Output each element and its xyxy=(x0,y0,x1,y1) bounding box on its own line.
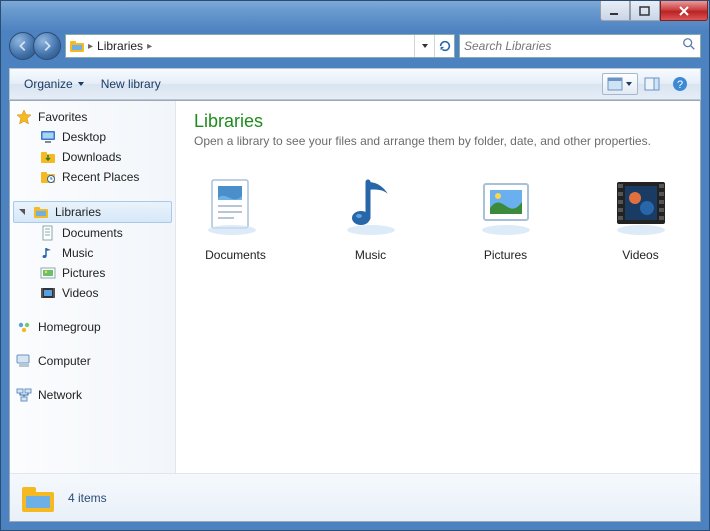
breadcrumb[interactable]: ▸ Libraries ▸ xyxy=(88,39,414,53)
address-dropdown[interactable] xyxy=(414,35,434,57)
split: Favorites Desktop Downloads Recent Place… xyxy=(10,101,700,473)
view-button[interactable] xyxy=(602,73,638,95)
titlebar xyxy=(1,1,709,30)
nav-label: Videos xyxy=(62,286,98,300)
computer-icon xyxy=(16,353,32,369)
help-button[interactable]: ? xyxy=(666,73,694,95)
homegroup-icon xyxy=(16,319,32,335)
address-bar[interactable]: ▸ Libraries ▸ xyxy=(65,34,455,58)
chevron-down-icon xyxy=(625,80,633,88)
music-icon xyxy=(335,170,407,242)
libraries-icon xyxy=(20,480,56,516)
minimize-button[interactable] xyxy=(600,1,630,21)
nav-documents[interactable]: Documents xyxy=(10,223,175,243)
status-text: 4 items xyxy=(68,491,107,505)
item-label: Pictures xyxy=(464,248,547,262)
explorer-window: ▸ Libraries ▸ Organize New library xyxy=(0,0,710,531)
downloads-icon xyxy=(40,149,56,165)
recent-icon xyxy=(40,169,56,185)
nav-label: Music xyxy=(62,246,93,260)
item-label: Videos xyxy=(599,248,682,262)
nav-homegroup[interactable]: Homegroup xyxy=(10,317,175,337)
item-label: Documents xyxy=(194,248,277,262)
library-item-music[interactable]: Music xyxy=(329,170,412,262)
nav-label: Computer xyxy=(38,354,91,368)
nav-videos[interactable]: Videos xyxy=(10,283,175,303)
library-item-documents[interactable]: Documents xyxy=(194,170,277,262)
videos-icon xyxy=(605,170,677,242)
organize-button[interactable]: Organize xyxy=(16,73,93,95)
nav-recent[interactable]: Recent Places xyxy=(10,167,175,187)
nav-desktop[interactable]: Desktop xyxy=(10,127,175,147)
search-icon xyxy=(682,37,696,56)
nav-label: Libraries xyxy=(55,205,101,219)
desktop-icon xyxy=(40,129,56,145)
nav-label: Homegroup xyxy=(38,320,101,334)
expand-icon xyxy=(17,207,27,217)
nav-pictures[interactable]: Pictures xyxy=(10,263,175,283)
nav-buttons xyxy=(9,32,61,60)
documents-icon xyxy=(40,225,56,241)
preview-pane-icon xyxy=(644,77,660,91)
nav-label: Network xyxy=(38,388,82,402)
navigation-row: ▸ Libraries ▸ xyxy=(9,30,701,62)
search-input[interactable] xyxy=(464,39,682,53)
breadcrumb-item[interactable]: Libraries xyxy=(97,39,143,53)
close-button[interactable] xyxy=(660,1,708,21)
nav-downloads[interactable]: Downloads xyxy=(10,147,175,167)
search-box[interactable] xyxy=(459,34,701,58)
new-library-button[interactable]: New library xyxy=(93,73,169,95)
preview-pane-button[interactable] xyxy=(638,73,666,95)
chevron-down-icon xyxy=(77,80,85,88)
chevron-right-icon: ▸ xyxy=(88,41,93,52)
nav-computer[interactable]: Computer xyxy=(10,351,175,371)
pictures-icon xyxy=(470,170,542,242)
nav-network[interactable]: Network xyxy=(10,385,175,405)
view-icon xyxy=(607,77,623,91)
navigation-pane: Favorites Desktop Downloads Recent Place… xyxy=(10,101,176,473)
nav-label: Desktop xyxy=(62,130,106,144)
help-icon: ? xyxy=(672,76,688,92)
svg-text:?: ? xyxy=(677,79,683,91)
nav-label: Documents xyxy=(62,226,123,240)
nav-label: Recent Places xyxy=(62,170,139,184)
toolbar: Organize New library ? xyxy=(9,68,701,100)
library-item-pictures[interactable]: Pictures xyxy=(464,170,547,262)
nav-label: Pictures xyxy=(62,266,105,280)
page-subtitle: Open a library to see your files and arr… xyxy=(194,134,682,148)
body: Favorites Desktop Downloads Recent Place… xyxy=(9,100,701,522)
new-library-label: New library xyxy=(101,77,161,91)
documents-icon xyxy=(200,170,272,242)
library-item-videos[interactable]: Videos xyxy=(599,170,682,262)
music-icon xyxy=(40,245,56,261)
libraries-icon xyxy=(33,204,49,220)
nav-label: Downloads xyxy=(62,150,121,164)
library-items: Documents Music xyxy=(194,170,682,262)
content-pane: Libraries Open a library to see your fil… xyxy=(176,101,700,473)
nav-favorites[interactable]: Favorites xyxy=(10,107,175,127)
pictures-icon xyxy=(40,265,56,281)
status-bar: 4 items xyxy=(10,473,700,521)
nav-libraries[interactable]: Libraries xyxy=(13,201,172,223)
item-label: Music xyxy=(329,248,412,262)
videos-icon xyxy=(40,285,56,301)
page-title: Libraries xyxy=(194,111,682,132)
window-controls xyxy=(600,1,708,21)
nav-music[interactable]: Music xyxy=(10,243,175,263)
forward-button[interactable] xyxy=(33,32,61,60)
organize-label: Organize xyxy=(24,77,73,91)
network-icon xyxy=(16,387,32,403)
star-icon xyxy=(16,109,32,125)
nav-label: Favorites xyxy=(38,110,87,124)
address-icon xyxy=(66,38,88,54)
chevron-right-icon: ▸ xyxy=(147,41,152,52)
refresh-button[interactable] xyxy=(434,35,454,57)
maximize-button[interactable] xyxy=(630,1,660,21)
